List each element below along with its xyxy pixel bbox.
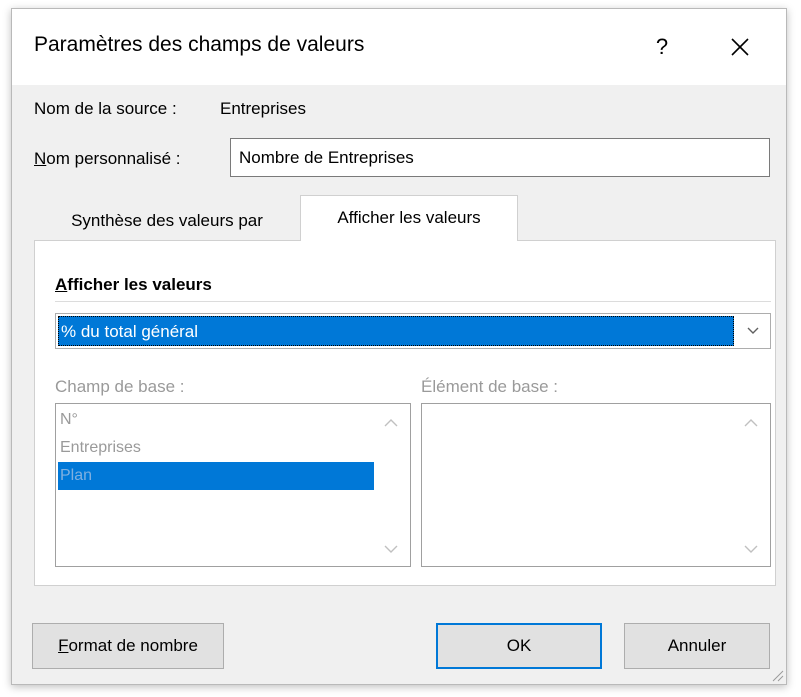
number-format-button[interactable]: Format de nombre <box>32 623 224 669</box>
source-name-label: Nom de la source : <box>34 99 177 118</box>
section-title-text: fficher les valeurs <box>67 275 212 294</box>
resize-grip[interactable] <box>768 666 784 682</box>
value-field-settings-dialog: Paramètres des champs de valeurs ? Nom d… <box>11 8 787 685</box>
scroll-down-icon <box>744 545 758 553</box>
section-divider <box>55 301 771 302</box>
scroll-down-button[interactable] <box>736 536 766 562</box>
custom-name-label: Nom personnalisé : <box>34 149 180 169</box>
close-icon <box>731 38 749 56</box>
scroll-up-button[interactable] <box>376 410 406 436</box>
title-bar: Paramètres des champs de valeurs ? <box>12 9 786 85</box>
tab-show-values-as[interactable]: Afficher les valeurs <box>300 195 518 241</box>
base-item-label: Élément de base : <box>421 377 559 396</box>
base-field-label: Champ de base : <box>55 377 185 396</box>
list-item[interactable]: N° <box>58 406 374 434</box>
scroll-up-icon <box>744 419 758 427</box>
tab-panel-show-values: Afficher les valeurs % du total général … <box>34 240 776 586</box>
custom-name-input[interactable]: Nombre de Entreprises <box>230 138 770 177</box>
list-item-selected[interactable]: Plan <box>58 462 374 490</box>
base-item-listbox[interactable] <box>421 403 771 567</box>
list-item[interactable]: Entreprises <box>58 434 374 462</box>
base-field-listbox[interactable]: N° Entreprises Plan <box>55 403 411 567</box>
section-title-accesskey: A <box>55 275 68 294</box>
show-values-as-selected: % du total général <box>58 316 734 346</box>
dropdown-button[interactable] <box>736 314 770 348</box>
custom-name-label-accesskey: N <box>34 149 47 168</box>
show-values-as-dropdown[interactable]: % du total général <box>55 313 771 349</box>
custom-name-label-text: om personnalisé : <box>46 149 181 168</box>
dialog-title: Paramètres des champs de valeurs <box>34 33 365 56</box>
close-button[interactable] <box>718 27 762 67</box>
chevron-down-icon <box>747 327 759 334</box>
section-title: Afficher les valeurs <box>55 275 212 295</box>
cancel-button[interactable]: Annuler <box>624 623 770 669</box>
number-format-label: ormat de nombre <box>68 636 198 655</box>
source-name-value: Entreprises <box>220 99 306 118</box>
help-button[interactable]: ? <box>642 27 682 67</box>
scroll-up-icon <box>384 419 398 427</box>
number-format-accesskey: F <box>58 636 69 655</box>
scroll-down-button[interactable] <box>376 536 406 562</box>
tab-summarize-values-by[interactable]: Synthèse des valeurs par <box>34 202 300 240</box>
scroll-down-icon <box>384 545 398 553</box>
scroll-up-button[interactable] <box>736 410 766 436</box>
ok-button[interactable]: OK <box>436 623 602 669</box>
resize-grip-icon <box>772 670 784 682</box>
